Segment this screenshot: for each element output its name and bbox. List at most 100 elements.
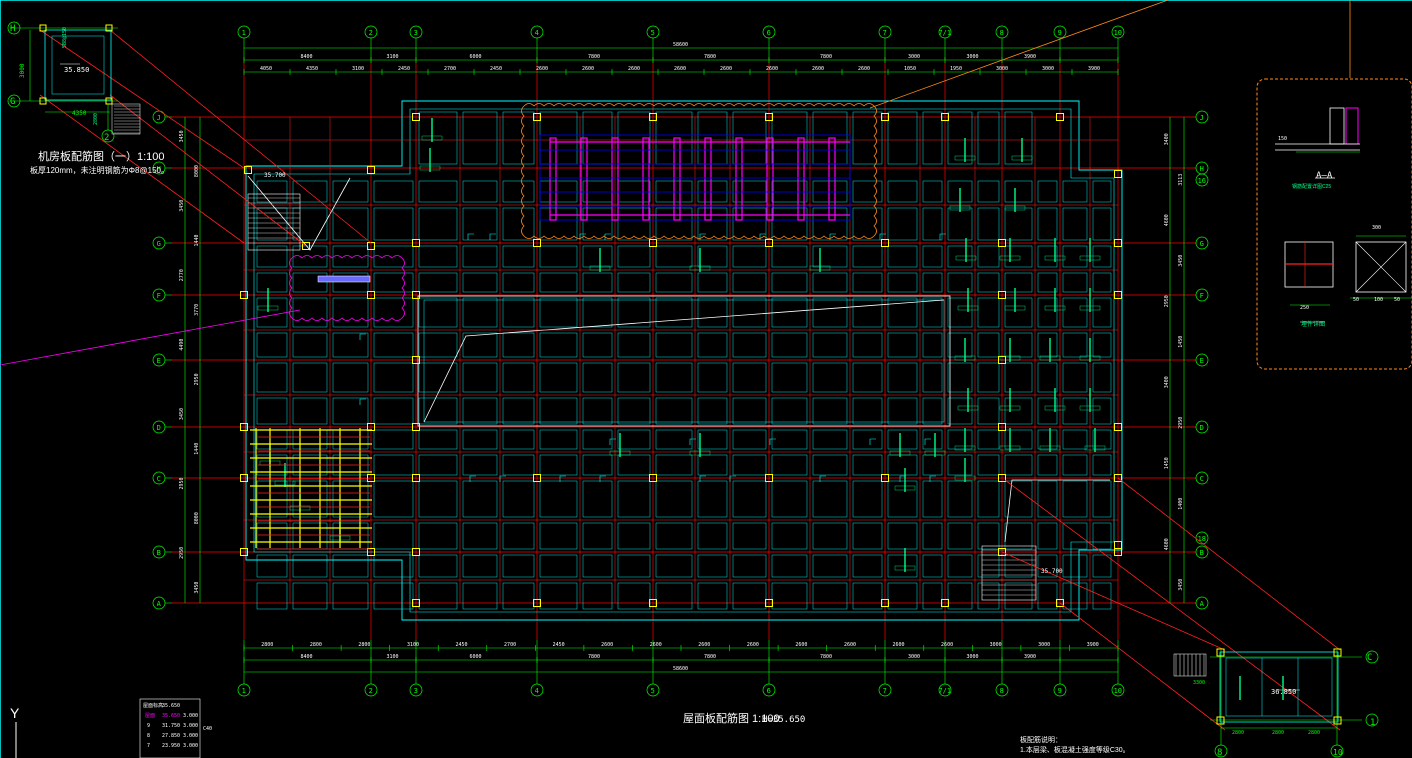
dim-bottom-row1-label-1: 2800 (310, 642, 322, 648)
dim-top-row2-label-9: 2600 (674, 66, 686, 72)
axis-top-6-label: 7 (883, 29, 887, 37)
cad-drawing-canvas[interactable]: 1 1 2 2 3 3 4 4 5 5 6 6 7 7 7/1 7/1 8 8 9 9 10 10 J J H H G G F F E E D D… (0, 0, 1412, 758)
dim-left-label-13: 3450 (194, 582, 200, 594)
dim-top-row2-label-11: 2600 (766, 66, 778, 72)
detail-dim-150: 150 (1278, 136, 1287, 142)
axis-bottom-3-label: 4 (535, 687, 539, 695)
section-note: 钢筋配置详图C25 (1292, 183, 1331, 190)
dim-bottom-row1-label-8: 2600 (650, 642, 662, 648)
machine-dim-vertical: 3000 (19, 63, 26, 78)
axis-bottom-6-label: 7 (883, 687, 887, 695)
dim-bottom-row2-label-5: 7800 (820, 654, 832, 660)
dim-top-row1-label-1: 3100 (387, 54, 399, 60)
dim-left-label-9: 1440 (194, 443, 200, 455)
dim-bottom-row1-label-11: 2600 (795, 642, 807, 648)
inset-axis-1: 1 (1370, 718, 1375, 728)
dim-top-total-label: 58600 (673, 42, 688, 48)
dim-left-label-10: 2950 (179, 477, 185, 489)
elev-row1-c1: 31.750 (162, 723, 180, 729)
axis-right-2-label: G (1200, 240, 1204, 248)
axis-top-5-label: 6 (767, 29, 771, 37)
axis-right-extra-0-label: 16 (1198, 177, 1206, 185)
axis-top-9-label: 9 (1058, 29, 1062, 37)
dim-top-row2-label-16: 3000 (996, 66, 1008, 72)
dim-top-row1-label-6: 3000 (908, 54, 920, 60)
dim-top-row2-label-4: 2700 (444, 66, 456, 72)
embedded-part-title: 埋件详图 (1301, 320, 1325, 328)
axis-bottom-4-label: 5 (651, 687, 655, 695)
dim-bottom-row1-label-12: 2600 (844, 642, 856, 648)
detail-dim-50a: 50 (1353, 297, 1359, 303)
dim-bottom-row2-label-6: 3000 (908, 654, 920, 660)
dim-left-label-8: 3450 (179, 408, 185, 420)
dim-bottom-row1-label-14: 2600 (941, 642, 953, 648)
dim-top-row2-label-18: 3900 (1088, 66, 1100, 72)
dim-top-row1-label-7: 3000 (967, 54, 979, 60)
notes-line-1: 1.本层梁、板混凝土强度等级C30。 (1020, 745, 1130, 754)
dim-top-row1-label-8: 3900 (1024, 54, 1036, 60)
axis-right-5-label: D (1200, 424, 1204, 432)
axis-top-1-label: 2 (369, 29, 373, 37)
dim-top-row2-label-6: 2600 (536, 66, 548, 72)
dim-top-row2-label-7: 2600 (582, 66, 594, 72)
axis-right-extra-1-label: 18 (1198, 535, 1206, 543)
dim-top-row2-label-17: 3000 (1042, 66, 1054, 72)
dim-right-label-8: 1450 (1164, 457, 1170, 469)
dim-left-label-3: 1440 (194, 234, 200, 246)
axis-bottom-0-label: 1 (242, 687, 246, 695)
dim-top-row2-label-8: 2600 (628, 66, 640, 72)
hatched-beam (317, 275, 371, 283)
dim-bottom-row1-label-3: 3100 (407, 642, 419, 648)
elev-row0-c1: 35.650 (162, 713, 180, 719)
axis-top-10-label: 10 (1114, 29, 1122, 37)
dim-top-row2-label-14: 1050 (904, 66, 916, 72)
dim-bottom-row2-label-7: 3000 (967, 654, 979, 660)
dim-left-label-12: 2950 (179, 547, 185, 559)
axis-left-2-label: G (157, 240, 161, 248)
axis-right-7-label: B (1200, 549, 1204, 557)
elev-side-label: C40 (203, 726, 212, 732)
plan-elevation-right: 35.700 (1041, 568, 1063, 575)
dim-bottom-row2-label-4: 7800 (704, 654, 716, 660)
dim-right-label-3: 3450 (1178, 255, 1184, 267)
elev-row0-c0: 屋面 (145, 713, 155, 719)
elev-row2-c1: 27.850 (162, 733, 180, 739)
machine-elevation: 35.850 (64, 66, 89, 74)
elev-row3-c1: 23.950 (162, 743, 180, 749)
dim-left-label-5: 3770 (194, 304, 200, 316)
elev-header-0: 屋面标高 (143, 702, 163, 709)
machine-dim-horizontal: 4350 (72, 110, 87, 117)
dim-top-row2-label-13: 2600 (858, 66, 870, 72)
dim-left-label-7: 2950 (194, 373, 200, 385)
inset-axis-10: 10 (1333, 748, 1343, 757)
ucs-y-label: Y (10, 705, 20, 721)
dim-right-label-6: 3400 (1164, 376, 1170, 388)
inset-axis-8: 8 (1217, 748, 1222, 758)
dim-bottom-row1-label-15: 3000 (990, 642, 1002, 648)
axis-bottom-2-label: 3 (414, 687, 418, 695)
axis-top-2-label: 3 (414, 29, 418, 37)
dim-bottom-row1-label-16: 3000 (1038, 642, 1050, 648)
dim-bottom-row1-label-13: 2600 (893, 642, 905, 648)
dim-right-label-9: 1400 (1178, 498, 1184, 510)
section-title: A—A (1316, 171, 1333, 181)
machine-room-note: 板厚120mm，未注明钢筋为Φ8@150。 (30, 165, 169, 175)
axis-top-3-label: 4 (535, 29, 539, 37)
axis-bottom-9-label: 9 (1058, 687, 1062, 695)
axis-left-5-label: D (157, 424, 161, 432)
axis-bottom-1-label: 2 (369, 687, 373, 695)
axis-top-8-label: 8 (1000, 29, 1004, 37)
dim-right-label-2: 4600 (1164, 214, 1170, 226)
dim-top-row2-label-1: 4350 (306, 66, 318, 72)
dim-bottom-row1-label-17: 3900 (1087, 642, 1099, 648)
dim-bottom-total-label: 58600 (673, 666, 688, 672)
axis-top-4-label: 5 (651, 29, 655, 37)
dim-bottom-row2-label-3: 7800 (588, 654, 600, 660)
dim-bottom-row1-label-2: 2800 (358, 642, 370, 648)
inset-axis-c: C (1367, 653, 1372, 663)
inset-dim-3: 2800 (1308, 730, 1320, 736)
axis-left-3-label: F (157, 292, 161, 300)
axis-bottom-10-label: 10 (1114, 687, 1122, 695)
dim-right-label-7: 2950 (1178, 417, 1184, 429)
dim-top-row2-label-10: 2600 (720, 66, 732, 72)
